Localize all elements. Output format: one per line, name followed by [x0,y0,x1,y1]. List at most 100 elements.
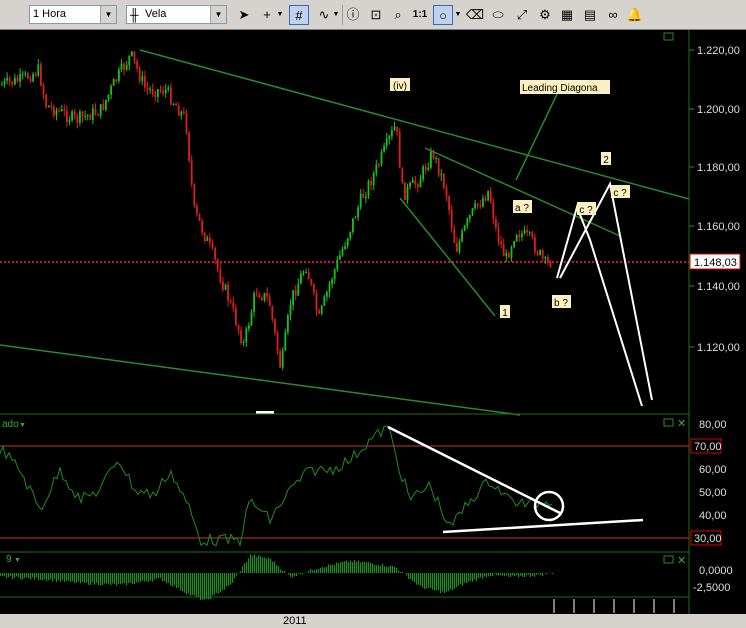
macd-bar [60,573,62,582]
candle-body [435,157,437,159]
candle-body [42,85,45,95]
macd-bar [124,573,126,584]
macd-bar [220,573,222,593]
crosshair-icon[interactable]: + [257,5,277,25]
candle-body [297,283,300,296]
macd-bar [368,562,370,573]
macd-bar [288,573,290,575]
fibonacci-icon[interactable]: ⚙ [535,5,555,25]
alert-bell-icon[interactable]: 🔔 [625,5,645,25]
chart-type-value: Vela [145,8,167,20]
circle-tool-icon[interactable]: ○ [433,5,453,25]
ellipse-icon[interactable]: ⬭ [488,5,508,25]
candle-body [450,210,453,229]
zoom-icon[interactable]: ⌕ [388,5,408,25]
chart-type-select[interactable]: ╫ Vela ▼ [126,5,227,24]
candle-body [318,310,320,314]
candle-body [154,94,157,97]
macd-bar [260,556,262,573]
wave-label-b-text: b ? [554,298,568,309]
candle-body [456,243,458,252]
candle-body [271,306,274,320]
candle-body [323,296,326,306]
rsi-lower-badge: 30,00 [690,530,722,546]
macd-bar [274,561,276,573]
candle-body [164,89,167,94]
macd-bar [54,573,56,580]
chevron-down-icon[interactable]: ▼ [331,5,341,25]
chevron-down-icon[interactable]: ▼ [210,6,226,23]
macd-bar [92,573,94,583]
macd-bar [98,573,100,586]
chevron-down-icon[interactable]: ▼ [100,6,116,23]
grid-icon[interactable]: # [289,5,309,25]
macd-bar [518,573,520,578]
candle-body [375,164,378,174]
candle-body [53,106,55,116]
zoom-box-icon[interactable]: ⊡ [366,5,386,25]
macd-bar [242,566,244,573]
macd-bar [62,573,64,580]
candle-body [71,111,73,121]
chevron-down-icon: ▼ [19,422,26,429]
candle-body [437,157,440,176]
macd-bar [416,573,418,585]
macd-bar [50,573,52,580]
candle-body [157,89,159,97]
candle-body [40,64,42,86]
candle-body [146,87,149,90]
candle-body [430,151,432,168]
macd-bar [140,573,142,582]
candle-body [417,184,419,188]
current-price-text: 1.148,03 [694,257,737,269]
macd-bar [108,573,110,584]
macd-bar [232,573,234,583]
close-icon: ✕ [677,555,686,567]
object-list-icon[interactable]: ▦ [557,5,577,25]
chevron-down-icon[interactable]: ▼ [453,5,463,25]
info-icon[interactable]: ⓘ [343,5,363,25]
macd-bar [104,573,106,584]
candle-body [487,190,489,201]
chevron-down-icon[interactable]: ▼ [275,5,285,25]
chart-area[interactable]: (iv) Leading Diagona 2 c ? c ? a ? b ? 1… [0,30,746,614]
rsi-down-trendline [387,425,561,515]
eraser-icon[interactable]: ⌫ [465,5,485,25]
candle-body [365,196,367,199]
macd-bar [282,570,284,573]
candle-body [328,284,331,293]
current-price-badge: 1.148,03 [689,253,741,270]
wave-label-c-mid: c ? [577,202,596,216]
timeframe-select[interactable]: 1 Hora ▼ [29,5,117,24]
pointer-icon[interactable]: ➤ [234,5,254,25]
time-axis-ticks [553,599,675,613]
candle-body [201,220,203,233]
macd-bar [490,573,492,577]
template-icon[interactable]: ▤ [580,5,600,25]
candle-body [240,329,242,344]
candle-body [440,173,443,176]
macd-bar [210,573,212,600]
macd-bar [326,566,328,573]
candle-body [354,217,357,219]
link-icon[interactable]: ∞ [603,5,623,25]
macd-bar [76,573,78,583]
candle-body [219,268,222,282]
candle-body [177,105,180,116]
macd-bar [122,573,124,584]
macd-bar [116,573,118,586]
candle-body [34,73,37,76]
macd-bar [184,573,186,593]
candle-body [398,131,401,169]
macd-bar [256,557,258,573]
macd-bar [228,573,230,586]
macd-bar [414,573,416,582]
zoom-reset-button[interactable]: 1:1 [410,5,430,25]
macd-bar [18,573,20,578]
macd-bar [442,573,444,592]
macd-bar [300,573,302,575]
line-tool-icon[interactable]: ⤢ [512,5,532,25]
macd-bar [164,573,166,582]
macd-bar [80,573,82,584]
candle-body [222,281,224,290]
